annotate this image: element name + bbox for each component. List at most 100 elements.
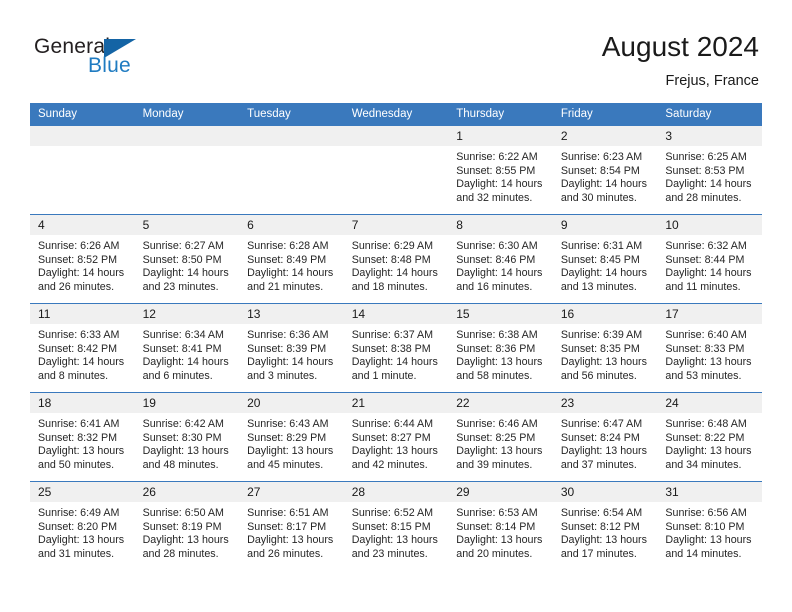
sunset-time: Sunset: 8:50 PM [142, 253, 222, 266]
brand-logo[interactable]: General Blue [34, 36, 214, 86]
calendar-day-cell[interactable]: 28 Sunrise: 6:52 AM Sunset: 8:15 PM Dayligh… [343, 481, 449, 571]
calendar-day-cell[interactable]: 9 Sunrise: 6:31 AM Sunset: 8:45 PM Daylight… [552, 214, 658, 304]
daylight-duration-line2: and 13 minutes. [560, 280, 637, 293]
daylight-duration-line1: Daylight: 14 hours [665, 178, 752, 191]
day-details: Sunrise: 6:22 AM Sunset: 8:55 PM Daylight:… [448, 146, 553, 205]
day-number: 16 [552, 304, 658, 324]
calendar-day-cell[interactable]: 2 Sunrise: 6:23 AM Sunset: 8:54 PM Daylight… [552, 125, 658, 215]
day-number: 25 [30, 482, 135, 502]
day-details: Sunrise: 6:46 AM Sunset: 8:25 PM Daylight:… [448, 413, 553, 472]
calendar-day-cell[interactable]: 17 Sunrise: 6:40 AM Sunset: 8:33 PM Dayligh… [657, 303, 762, 393]
calendar-day-cell[interactable]: 18 Sunrise: 6:41 AM Sunset: 8:32 PM Dayligh… [30, 392, 135, 482]
day-number: 22 [448, 393, 553, 413]
day-details: Sunrise: 6:39 AM Sunset: 8:35 PM Daylight:… [553, 324, 658, 383]
page-header: General Blue August 2024 Frejus, France [0, 0, 792, 100]
sunrise-time: Sunrise: 6:36 AM [247, 329, 329, 341]
calendar-day-cell[interactable]: 11 Sunrise: 6:33 AM Sunset: 8:42 PM Dayligh… [30, 303, 135, 393]
day-number: 15 [448, 304, 553, 324]
day-details: Sunrise: 6:56 AM Sunset: 8:10 PM Daylight:… [657, 502, 762, 561]
calendar-day-cell[interactable]: 19 Sunrise: 6:42 AM Sunset: 8:30 PM Dayligh… [134, 392, 240, 482]
calendar-day-cell[interactable]: 22 Sunrise: 6:46 AM Sunset: 8:25 PM Dayligh… [448, 392, 553, 482]
daylight-duration-line2: and 14 minutes. [665, 547, 742, 560]
calendar-day-cell[interactable]: 31 Sunrise: 6:56 AM Sunset: 8:10 PM Dayligh… [657, 481, 762, 571]
calendar-day-cell[interactable]: 23 Sunrise: 6:47 AM Sunset: 8:24 PM Dayligh… [552, 392, 658, 482]
day-number: 14 [343, 304, 449, 324]
calendar-day-cell-empty [134, 125, 240, 215]
calendar-day-cell[interactable]: 24 Sunrise: 6:48 AM Sunset: 8:22 PM Dayligh… [657, 392, 762, 482]
daylight-duration-line2: and 45 minutes. [247, 458, 324, 471]
weekday-header-friday: Friday [552, 103, 658, 126]
sunrise-time: Sunrise: 6:54 AM [560, 507, 643, 519]
calendar-day-cell[interactable]: 14 Sunrise: 6:37 AM Sunset: 8:38 PM Dayligh… [343, 303, 449, 393]
daylight-duration-line1: Daylight: 14 hours [38, 356, 125, 369]
weekday-header-row: Sunday Monday Tuesday Wednesday Thursday… [30, 103, 762, 126]
calendar-day-cell[interactable]: 25 Sunrise: 6:49 AM Sunset: 8:20 PM Dayligh… [30, 481, 135, 571]
daylight-duration-line2: and 34 minutes. [665, 458, 742, 471]
sunrise-time: Sunrise: 6:27 AM [142, 240, 224, 252]
daylight-duration-line1: Daylight: 13 hours [665, 445, 752, 458]
daylight-duration-line2: and 53 minutes. [665, 369, 742, 382]
calendar-day-cell[interactable]: 30 Sunrise: 6:54 AM Sunset: 8:12 PM Dayligh… [552, 481, 658, 571]
sunset-time: Sunset: 8:36 PM [456, 342, 536, 355]
sunset-time: Sunset: 8:12 PM [560, 520, 640, 533]
sunset-time: Sunset: 8:54 PM [560, 164, 640, 177]
sunrise-time: Sunrise: 6:53 AM [456, 507, 538, 519]
calendar-day-cell[interactable]: 29 Sunrise: 6:53 AM Sunset: 8:14 PM Dayligh… [448, 481, 553, 571]
daylight-duration-line2: and 18 minutes. [351, 280, 428, 293]
calendar-day-cell[interactable]: 20 Sunrise: 6:43 AM Sunset: 8:29 PM Dayligh… [239, 392, 344, 482]
day-number: 31 [657, 482, 762, 502]
sunset-time: Sunset: 8:41 PM [142, 342, 222, 355]
calendar-day-cell[interactable]: 10 Sunrise: 6:32 AM Sunset: 8:44 PM Dayligh… [657, 214, 762, 304]
sunset-time: Sunset: 8:39 PM [247, 342, 327, 355]
daylight-duration-line1: Daylight: 13 hours [142, 534, 229, 547]
daylight-duration-line1: Daylight: 14 hours [247, 267, 334, 280]
calendar-day-cell[interactable]: 12 Sunrise: 6:34 AM Sunset: 8:41 PM Dayligh… [134, 303, 240, 393]
daylight-duration-line2: and 16 minutes. [456, 280, 533, 293]
sunrise-time: Sunrise: 6:46 AM [456, 418, 538, 430]
calendar-day-cell[interactable]: 26 Sunrise: 6:50 AM Sunset: 8:19 PM Dayligh… [134, 481, 240, 571]
daylight-duration-line1: Daylight: 14 hours [665, 267, 752, 280]
daylight-duration-line1: Daylight: 13 hours [456, 534, 543, 547]
day-details: Sunrise: 6:40 AM Sunset: 8:33 PM Daylight:… [657, 324, 762, 383]
daylight-duration-line1: Daylight: 13 hours [560, 445, 647, 458]
day-details: Sunrise: 6:30 AM Sunset: 8:46 PM Daylight:… [448, 235, 553, 294]
day-number: 2 [552, 126, 658, 146]
calendar-day-cell[interactable]: 16 Sunrise: 6:39 AM Sunset: 8:35 PM Dayligh… [552, 303, 658, 393]
day-number: 7 [343, 215, 449, 235]
daylight-duration-line2: and 32 minutes. [456, 191, 533, 204]
calendar-table: Sunday Monday Tuesday Wednesday Thursday… [30, 103, 762, 571]
sunset-time: Sunset: 8:32 PM [38, 431, 118, 444]
daylight-duration-line1: Daylight: 13 hours [665, 356, 752, 369]
sunrise-time: Sunrise: 6:56 AM [665, 507, 747, 519]
day-number: 26 [134, 482, 240, 502]
calendar-day-cell[interactable]: 3 Sunrise: 6:25 AM Sunset: 8:53 PM Daylight… [657, 125, 762, 215]
calendar-day-cell-empty [30, 125, 135, 215]
calendar-day-cell[interactable]: 6 Sunrise: 6:28 AM Sunset: 8:49 PM Daylight… [239, 214, 344, 304]
daylight-duration-line1: Daylight: 14 hours [560, 178, 647, 191]
sunset-time: Sunset: 8:24 PM [560, 431, 640, 444]
calendar-day-cell[interactable]: 13 Sunrise: 6:36 AM Sunset: 8:39 PM Dayligh… [239, 303, 344, 393]
page-title: August 2024 [601, 31, 759, 62]
day-number: 13 [239, 304, 344, 324]
calendar-week-row: 25 Sunrise: 6:49 AM Sunset: 8:20 PM Dayligh… [30, 481, 762, 571]
day-number: 1 [448, 126, 553, 146]
weekday-header-saturday: Saturday [657, 103, 762, 126]
calendar-day-cell[interactable]: 1 Sunrise: 6:22 AM Sunset: 8:55 PM Daylight… [448, 125, 553, 215]
daylight-duration-line2: and 28 minutes. [142, 547, 219, 560]
calendar-day-cell[interactable]: 15 Sunrise: 6:38 AM Sunset: 8:36 PM Dayligh… [448, 303, 553, 393]
location-label: Frejus, France [665, 73, 759, 89]
calendar-day-cell[interactable]: 5 Sunrise: 6:27 AM Sunset: 8:50 PM Daylight… [134, 214, 240, 304]
daylight-duration-line2: and 31 minutes. [38, 547, 115, 560]
calendar-day-cell[interactable]: 21 Sunrise: 6:44 AM Sunset: 8:27 PM Dayligh… [343, 392, 449, 482]
sunrise-time: Sunrise: 6:43 AM [247, 418, 329, 430]
calendar-day-cell[interactable]: 4 Sunrise: 6:26 AM Sunset: 8:52 PM Daylight… [30, 214, 135, 304]
day-number: 11 [30, 304, 135, 324]
calendar-day-cell[interactable]: 7 Sunrise: 6:29 AM Sunset: 8:48 PM Daylight… [343, 214, 449, 304]
calendar-day-cell[interactable]: 27 Sunrise: 6:51 AM Sunset: 8:17 PM Dayligh… [239, 481, 344, 571]
daylight-duration-line1: Daylight: 14 hours [142, 356, 229, 369]
day-number: 21 [343, 393, 449, 413]
sunset-time: Sunset: 8:30 PM [142, 431, 222, 444]
day-details: Sunrise: 6:44 AM Sunset: 8:27 PM Daylight:… [344, 413, 449, 472]
calendar-day-cell[interactable]: 8 Sunrise: 6:30 AM Sunset: 8:46 PM Daylight… [448, 214, 553, 304]
calendar-week-row: 11 Sunrise: 6:33 AM Sunset: 8:42 PM Dayligh… [30, 303, 762, 393]
